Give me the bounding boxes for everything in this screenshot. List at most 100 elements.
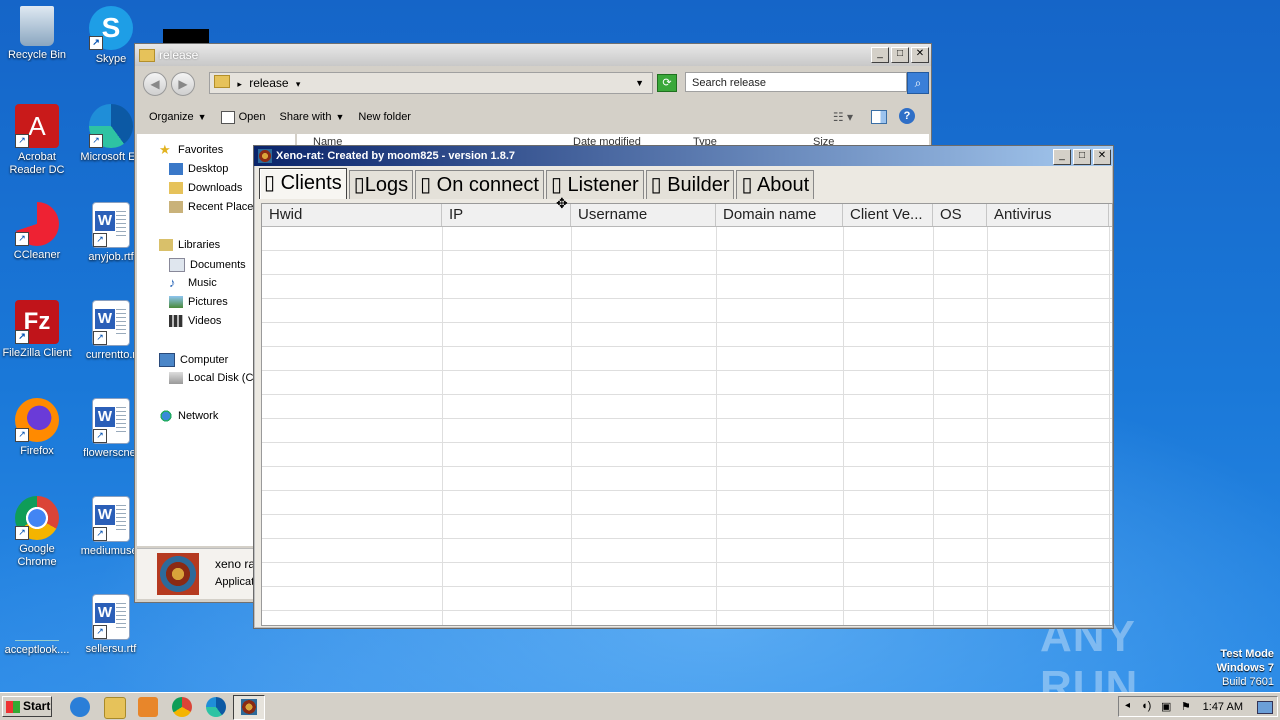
explorer-title: release	[159, 48, 199, 62]
explorer-titlebar[interactable]: release	[135, 44, 931, 66]
view-options-icon[interactable]: ☷ ▾	[833, 110, 853, 124]
nav-libraries[interactable]: Libraries	[159, 239, 220, 251]
back-button[interactable]: ◀	[143, 72, 167, 96]
desktop-icon-acceptlook[interactable]: acceptlook....	[0, 594, 74, 657]
nav-recent-places[interactable]: Recent Places	[169, 201, 259, 213]
desktop-icon-chrome[interactable]: ↗ Google Chrome	[0, 496, 74, 569]
volume-icon[interactable]: ◖)	[1141, 700, 1151, 712]
start-button[interactable]: Start	[2, 696, 52, 717]
skype-icon: S ↗	[89, 6, 133, 50]
nav-favorites[interactable]: ★ Favorites	[159, 142, 223, 157]
column-domain-name[interactable]: Domain name	[716, 204, 843, 226]
downloads-icon	[169, 182, 183, 194]
nav-desktop[interactable]: Desktop	[169, 163, 228, 175]
show-desktop-icon[interactable]	[1257, 701, 1273, 714]
star-icon: ★	[159, 142, 171, 157]
chrome-taskbar-icon[interactable]	[172, 697, 192, 717]
explorer-taskbar-icon[interactable]	[104, 697, 126, 719]
action-center-flag-icon[interactable]: ⚑	[1181, 700, 1191, 713]
clients-grid-body[interactable]	[262, 227, 1112, 625]
desktop-icon-firefox[interactable]: ↗ Firefox	[0, 398, 74, 458]
column-ip[interactable]: IP	[442, 204, 571, 226]
forward-button[interactable]: ▶	[171, 72, 195, 96]
documents-icon	[169, 258, 185, 272]
tray-expand-icon[interactable]: ◂	[1125, 700, 1137, 712]
desktop-icon-sellersu[interactable]: W ↗ sellersu.rtf	[74, 594, 148, 656]
firefox-icon: ↗	[15, 398, 59, 442]
clock[interactable]: 1:47 AM	[1203, 701, 1243, 713]
edge-taskbar-icon[interactable]	[206, 697, 226, 717]
address-text: release	[249, 76, 289, 90]
open-button[interactable]: Open	[220, 110, 265, 124]
nav-downloads[interactable]: Downloads	[169, 182, 242, 194]
column-os[interactable]: OS	[933, 204, 987, 226]
minimize-button[interactable]: _	[1053, 149, 1071, 165]
search-icon[interactable]: ⌕	[907, 72, 929, 94]
file-thumbnail	[157, 553, 199, 595]
preview-pane-icon[interactable]	[871, 110, 887, 124]
xeno-rat-window: Xeno-rat: Created by moom825 - version 1…	[253, 145, 1114, 629]
recent-places-icon	[169, 201, 183, 213]
xeno-titlebar[interactable]: Xeno-rat: Created by moom825 - version 1…	[254, 146, 1113, 166]
word-document-icon: W ↗	[92, 398, 130, 444]
network-icon	[159, 410, 173, 422]
share-with-button[interactable]: Share with ▼	[279, 111, 344, 123]
xeno-title: Xeno-rat: Created by moom825 - version 1…	[276, 150, 516, 162]
column-username[interactable]: Username	[571, 204, 716, 226]
folder-icon	[139, 48, 155, 62]
desktop-icon-acrobat[interactable]: A ↗ Acrobat Reader DC	[0, 104, 74, 177]
recycle-bin-icon	[20, 6, 54, 46]
column-hwid[interactable]: Hwid	[262, 204, 442, 226]
clients-grid[interactable]: Hwid IP Username Domain name Client Ve..…	[261, 203, 1113, 626]
close-button[interactable]: ✕	[1093, 149, 1111, 165]
network-tray-icon[interactable]: ▣	[1161, 700, 1171, 713]
address-box[interactable]: ▸ release ▾ ▼	[209, 72, 653, 94]
desktop-icon-ccleaner[interactable]: ↗ CCleaner	[0, 202, 74, 262]
nav-local-disk[interactable]: Local Disk (C:	[169, 372, 256, 384]
desktop-icon	[169, 163, 183, 175]
tab-about[interactable]: ▯ About	[736, 170, 815, 199]
system-tray: ◂ ◖) ▣ ⚑ 1:47 AM	[1118, 696, 1278, 717]
tab-bar: ▯ Clients ▯Logs ▯ On connect ▯ Listener …	[259, 168, 816, 200]
details-file-name: xeno ra	[215, 557, 256, 571]
nav-computer[interactable]: Computer	[159, 353, 228, 367]
xeno-window-controls: _ □ ✕	[1053, 149, 1111, 165]
address-dropdown-icon[interactable]: ▼	[635, 73, 644, 93]
help-icon[interactable]: ?	[899, 108, 915, 124]
organize-button[interactable]: Organize ▼	[149, 111, 207, 123]
nav-videos[interactable]: Videos	[169, 315, 221, 327]
tab-clients[interactable]: ▯ Clients	[259, 168, 347, 199]
internet-explorer-icon[interactable]	[70, 697, 90, 717]
filezilla-icon: Fz ↗	[15, 300, 59, 344]
maximize-button[interactable]: □	[1073, 149, 1091, 165]
minimize-button[interactable]: _	[871, 47, 889, 63]
nav-music[interactable]: ♪ Music	[169, 275, 217, 290]
drive-icon	[169, 372, 183, 384]
new-folder-button[interactable]: New folder	[358, 111, 411, 123]
tab-on-connect[interactable]: ▯ On connect	[415, 170, 544, 199]
word-document-icon: W ↗	[92, 202, 130, 248]
column-client-version[interactable]: Client Ve...	[843, 204, 933, 226]
music-icon: ♪	[169, 275, 176, 290]
acrobat-icon: A ↗	[15, 104, 59, 148]
move-cursor-icon: ✥	[556, 195, 568, 211]
column-antivirus[interactable]: Antivirus	[987, 204, 1109, 226]
close-button[interactable]: ✕	[911, 47, 929, 63]
nav-network[interactable]: Network	[159, 410, 218, 422]
redacted-block	[163, 29, 209, 43]
media-player-icon[interactable]	[138, 697, 158, 717]
nav-documents[interactable]: Documents	[169, 258, 246, 272]
xeno-rat-taskbar-button[interactable]	[233, 695, 265, 720]
refresh-button[interactable]: ⟳	[657, 74, 677, 92]
folder-icon	[214, 75, 230, 88]
tab-builder[interactable]: ▯ Builder	[645, 170, 735, 199]
ccleaner-icon: ↗	[15, 202, 59, 246]
nav-pictures[interactable]: Pictures	[169, 296, 228, 308]
desktop-icon-recycle-bin[interactable]: Recycle Bin	[0, 6, 74, 62]
search-input[interactable]: Search release	[685, 72, 907, 92]
desktop-icon-filezilla[interactable]: Fz ↗ FileZilla Client	[0, 300, 74, 360]
maximize-button[interactable]: □	[891, 47, 909, 63]
tab-logs[interactable]: ▯Logs	[348, 170, 414, 199]
windows-flag-icon	[6, 700, 20, 713]
chevron-down-icon: ▼	[197, 112, 207, 122]
